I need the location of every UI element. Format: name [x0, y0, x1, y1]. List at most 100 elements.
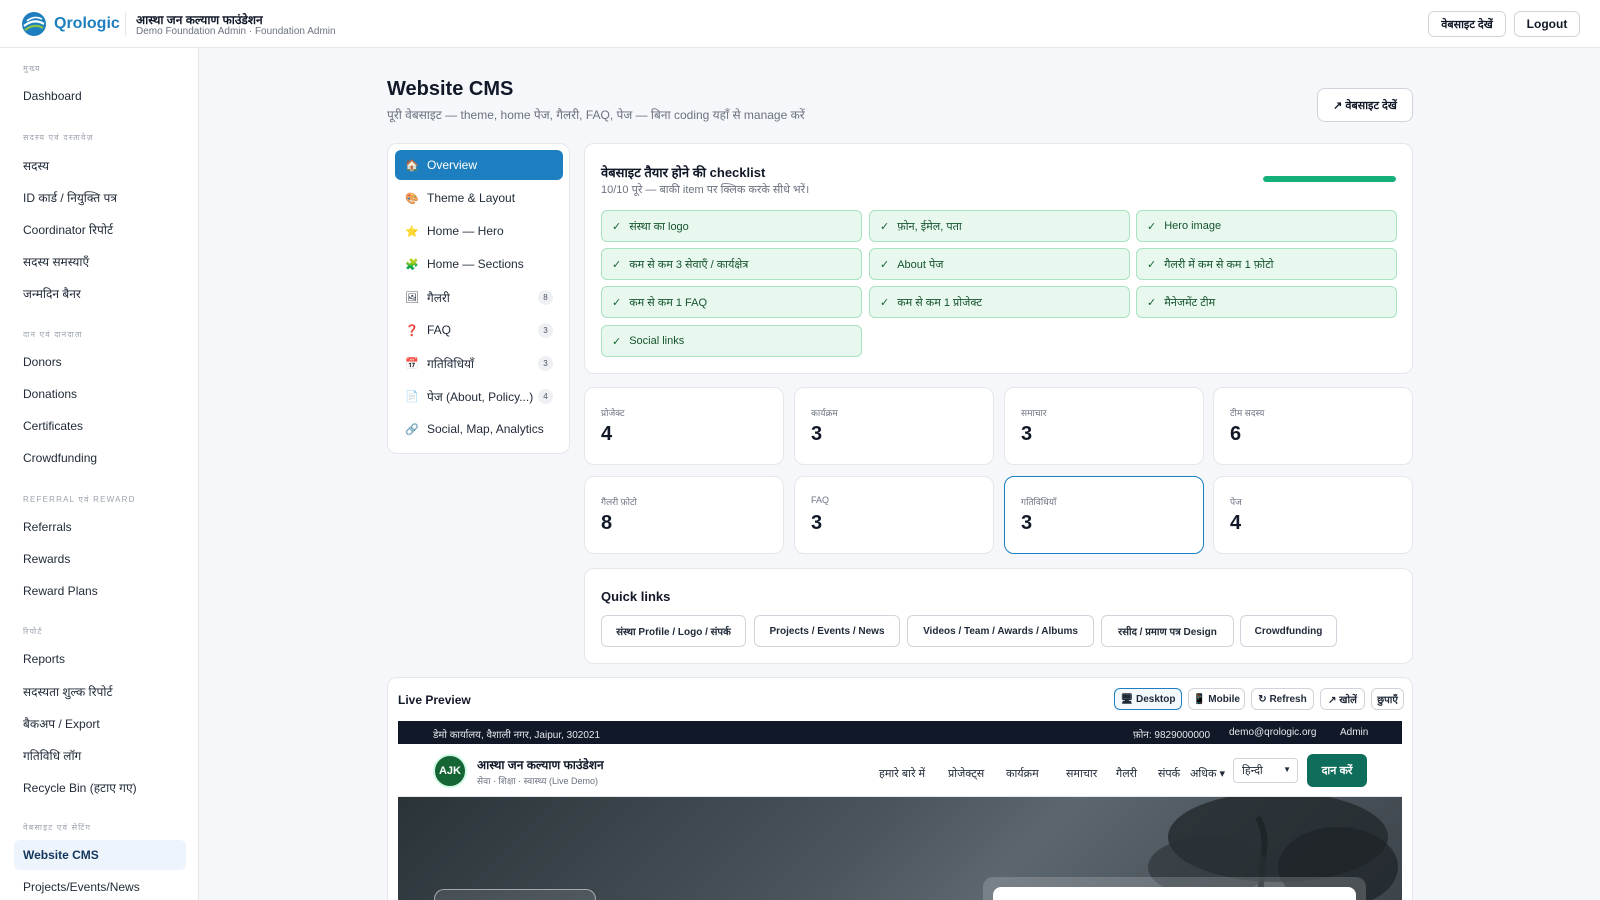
sidebar-item-crowdfunding[interactable]: Crowdfunding — [14, 443, 186, 473]
quick-link-videos-team[interactable]: Videos / Team / Awards / Albums — [907, 615, 1094, 647]
cms-nav-label: गैलरी — [427, 290, 450, 305]
stat-card-pages[interactable]: पेज 4 — [1213, 476, 1413, 554]
site-admin-link[interactable]: Admin — [1340, 727, 1368, 738]
site-logo: AJK — [433, 754, 467, 788]
sidebar-item-donations[interactable]: Donations — [14, 379, 186, 409]
check-icon: ✓ — [612, 296, 622, 309]
checklist-item[interactable]: ✓ कम से कम 3 सेवाएँ / कार्यक्षेत्र — [601, 248, 862, 280]
app-logo[interactable]: Qrologic — [20, 10, 120, 38]
cms-nav-overview[interactable]: 🏠 Overview — [395, 150, 563, 180]
checklist-item-label: About पेज — [897, 258, 944, 271]
cms-nav-home-hero[interactable]: ⭐ Home — Hero — [395, 216, 563, 246]
cms-nav-social-map-analytics[interactable]: 🔗 Social, Map, Analytics — [395, 414, 563, 444]
site-header: AJK आस्था जन कल्याण फाउंडेशन सेवा · शिक्… — [398, 744, 1402, 797]
org-role: Demo Foundation Admin · Foundation Admin — [136, 26, 336, 37]
stat-card-faq[interactable]: FAQ 3 — [794, 476, 994, 554]
stat-card-programs[interactable]: कार्यक्रम 3 — [794, 387, 994, 465]
sidebar-item-members[interactable]: सदस्य — [14, 150, 186, 180]
view-website-button[interactable]: वेबसाइट देखें — [1428, 11, 1506, 37]
quick-link-receipt-design[interactable]: रसीद / प्रमाण पत्र Design — [1101, 615, 1234, 647]
cms-nav-pages[interactable]: 📄 पेज (About, Policy...) 4 — [395, 381, 563, 411]
checklist-item[interactable]: ✓ कम से कम 1 प्रोजेक्ट — [869, 286, 1130, 318]
site-nav-more[interactable]: अधिक ▾ — [1190, 766, 1225, 781]
site-nav-gallery[interactable]: गैलरी — [1116, 766, 1137, 781]
sidebar-item-projects-events-news[interactable]: Projects/Events/News — [14, 872, 186, 900]
preview-mobile-button[interactable]: 📱 Mobile — [1188, 688, 1245, 710]
checklist-item[interactable]: ✓ मैनेजमेंट टीम — [1136, 286, 1397, 318]
cms-nav-activities[interactable]: 📅 गतिविधियाँ 3 — [395, 348, 563, 378]
preview-open-button[interactable]: ↗ खोलें — [1320, 688, 1365, 710]
site-nav-contact[interactable]: संपर्क — [1158, 766, 1180, 781]
star-icon: ⭐ — [405, 225, 419, 238]
checklist-subtitle: 10/10 पूरे — बाकी item पर क्लिक करके सीध… — [601, 184, 810, 196]
site-email: demo@qrologic.org — [1229, 727, 1317, 738]
sidebar-item-recycle-bin[interactable]: Recycle Bin (हटाए गए) — [14, 772, 186, 802]
cms-nav-theme-layout[interactable]: 🎨 Theme & Layout — [395, 183, 563, 213]
sidebar-item-donors[interactable]: Donors — [14, 347, 186, 377]
language-value: हिन्दी — [1242, 765, 1263, 777]
sidebar-item-rewards[interactable]: Rewards — [14, 544, 186, 574]
question-icon: ❓ — [405, 324, 419, 337]
checklist-item[interactable]: ✓ Hero image — [1136, 210, 1397, 242]
view-website-main-button[interactable]: ↗ वेबसाइट देखें — [1317, 88, 1413, 122]
quick-link-crowdfunding[interactable]: Crowdfunding — [1240, 615, 1337, 647]
sidebar-item-dashboard[interactable]: Dashboard — [14, 81, 186, 111]
check-icon: ✓ — [880, 296, 890, 309]
stat-value: 4 — [601, 423, 613, 445]
quick-link-profile[interactable]: संस्था Profile / Logo / संपर्क — [601, 615, 746, 647]
language-select[interactable]: हिन्दी ▼ — [1233, 758, 1298, 783]
checklist-item[interactable]: ✓ Social links — [601, 325, 862, 357]
preview-refresh-button[interactable]: ↻ Refresh — [1251, 688, 1314, 710]
stat-card-gallery[interactable]: गैलरी फ़ोटो 8 — [584, 476, 784, 554]
sidebar-item-membership-fee-report[interactable]: सदस्यता शुल्क रिपोर्ट — [14, 676, 186, 706]
stat-card-team[interactable]: टीम सदस्य 6 — [1213, 387, 1413, 465]
stat-label: गतिविधियाँ — [1021, 497, 1057, 507]
cms-nav-label: Home — Sections — [427, 257, 524, 271]
sidebar-item-coordinator-report[interactable]: Coordinator रिपोर्ट — [14, 214, 186, 244]
preview-desktop-button[interactable]: 🖥 Desktop — [1114, 688, 1182, 710]
cms-nav-home-sections[interactable]: 🧩 Home — Sections — [395, 249, 563, 279]
stat-card-projects[interactable]: प्रोजेक्ट 4 — [584, 387, 784, 465]
chevron-down-icon: ▼ — [1283, 765, 1291, 774]
checklist-item-label: मैनेजमेंट टीम — [1164, 296, 1216, 309]
palette-icon: 🎨 — [405, 192, 419, 205]
stat-value: 8 — [601, 512, 613, 534]
site-nav-about[interactable]: हमारे बारे में — [879, 766, 925, 781]
sidebar-item-website-cms[interactable]: Website CMS — [14, 840, 186, 870]
site-nav-programs[interactable]: कार्यक्रम — [1006, 766, 1039, 781]
sidebar-item-member-issues[interactable]: सदस्य समस्याएँ — [14, 246, 186, 276]
sidebar-item-reward-plans[interactable]: Reward Plans — [14, 576, 186, 606]
sidebar-item-certificates[interactable]: Certificates — [14, 411, 186, 441]
sidebar-item-activity-log[interactable]: गतिविधि लॉग — [14, 740, 186, 770]
preview-hide-button[interactable]: छुपाएँ — [1371, 688, 1404, 710]
checklist-item[interactable]: ✓ गैलरी में कम से कम 1 फ़ोटो — [1136, 248, 1397, 280]
quick-link-projects-events-news[interactable]: Projects / Events / News — [754, 615, 900, 647]
cms-nav-gallery[interactable]: 🖼 गैलरी 8 — [395, 282, 563, 312]
sidebar-item-birthday-banner[interactable]: जन्मदिन बैनर — [14, 278, 186, 308]
checklist-item[interactable]: ✓ संस्था का logo — [601, 210, 862, 242]
logo-text: Qrologic — [54, 15, 120, 32]
sidebar-item-backup-export[interactable]: बैकअप / Export — [14, 708, 186, 738]
sidebar-item-id-cards[interactable]: ID कार्ड / नियुक्ति पत्र — [14, 182, 186, 212]
check-icon: ✓ — [880, 220, 890, 233]
stat-card-activities[interactable]: गतिविधियाँ 3 — [1004, 476, 1204, 554]
stat-card-news[interactable]: समाचार 3 — [1004, 387, 1204, 465]
cms-nav-faq[interactable]: ❓ FAQ 3 — [395, 315, 563, 345]
checklist-item-label: कम से कम 1 प्रोजेक्ट — [897, 296, 982, 309]
checklist-item[interactable]: ✓ फ़ोन, ईमेल, पता — [869, 210, 1130, 242]
donate-button[interactable]: दान करें — [1307, 754, 1367, 787]
sidebar-item-reports[interactable]: Reports — [14, 644, 186, 674]
stat-value: 3 — [1021, 512, 1033, 534]
hero-card — [983, 877, 1366, 900]
checklist-item[interactable]: ✓ कम से कम 1 FAQ — [601, 286, 862, 318]
stat-label: पेज — [1230, 497, 1242, 507]
sidebar: मुख्य Dashboard सदस्य एवं दस्तावेज़ सदस्… — [0, 48, 199, 900]
site-nav-projects[interactable]: प्रोजेक्ट्स — [948, 766, 984, 781]
site-nav-news[interactable]: समाचार — [1066, 766, 1097, 781]
preview-frame[interactable]: डेमो कार्यालय, वैशाली नगर, Jaipur, 30202… — [398, 721, 1402, 900]
logout-button[interactable]: Logout — [1514, 11, 1580, 37]
stat-value: 3 — [1021, 423, 1033, 445]
sidebar-item-referrals[interactable]: Referrals — [14, 512, 186, 542]
checklist-item[interactable]: ✓ About पेज — [869, 248, 1130, 280]
cms-nav-label: FAQ — [427, 323, 452, 337]
